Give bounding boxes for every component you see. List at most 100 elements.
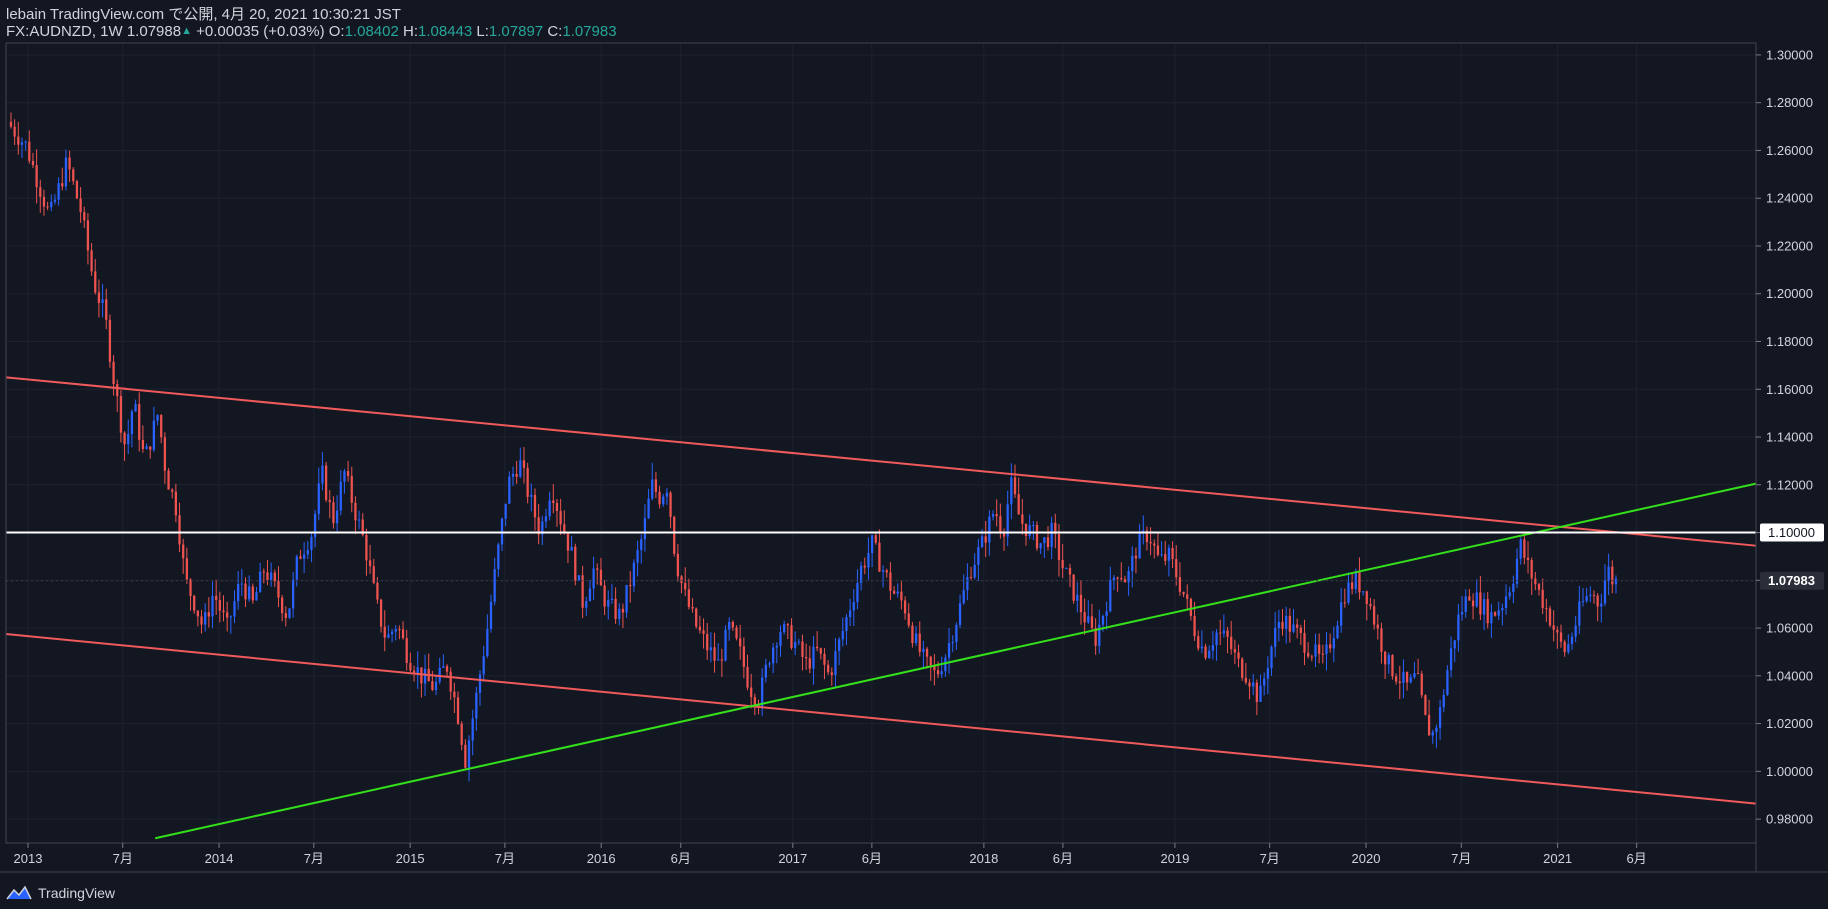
candle-body [1424, 695, 1427, 715]
candle-body [42, 196, 46, 207]
candle-body [449, 671, 452, 692]
candle-body [255, 592, 258, 601]
candle-body [735, 627, 738, 639]
time-tick-label: 7月 [1260, 851, 1280, 866]
candle-body [1043, 537, 1046, 544]
candle-body [193, 595, 196, 611]
time-tick-label: 6月 [1053, 851, 1073, 866]
candle-body [233, 601, 236, 617]
candle-body [1449, 648, 1453, 671]
price-tick-label: 1.02000 [1766, 716, 1813, 731]
trendlines[interactable] [5, 376, 1757, 840]
candle-body [1050, 522, 1053, 548]
candle-body [647, 498, 650, 519]
time-tick-label: 7月 [304, 851, 324, 866]
candle-body [1299, 627, 1302, 634]
candle-body [200, 616, 203, 625]
candle-body [812, 646, 815, 669]
candle-body [50, 201, 53, 208]
price-axis[interactable]: 1.30000 1.28000 1.26000 1.24000 1.22000 1.200… [1756, 47, 1824, 827]
candle-body [1307, 652, 1310, 657]
candle-body [1416, 673, 1420, 675]
candle-body [621, 608, 625, 613]
candle-body [1233, 649, 1237, 653]
candle-body [1013, 477, 1017, 495]
candle-body [178, 515, 181, 545]
candle-body [1072, 574, 1075, 601]
candle-body [1431, 732, 1434, 736]
candle-body [1402, 671, 1405, 683]
candle-body [343, 471, 346, 482]
candle-body [607, 600, 610, 607]
candle-body [1438, 707, 1442, 728]
price-chart[interactable]: 1.30000 1.28000 1.26000 1.24000 1.22000 1.200… [0, 0, 1828, 909]
time-axis[interactable]: 2013 7月 2014 7月 2015 7月 2016 6月 2017 6月 2018 6月 2019… [14, 843, 1647, 866]
candle-body [728, 621, 731, 630]
candle-body [1614, 578, 1618, 585]
candle-body [1358, 571, 1361, 593]
candle-body [746, 666, 749, 688]
candle-body [163, 437, 167, 471]
candle-body [251, 586, 254, 601]
candle-body [676, 553, 680, 577]
candle-body [1248, 682, 1251, 687]
candle-body [801, 641, 804, 657]
candle-body [1303, 633, 1306, 653]
candle-body [266, 572, 269, 581]
candle-body [665, 492, 669, 497]
candle-body [218, 600, 221, 611]
candle-body [204, 612, 207, 625]
candle-body [629, 584, 632, 587]
candle-body [288, 608, 291, 618]
candle-body [1325, 644, 1328, 655]
candle-body [1523, 539, 1526, 558]
time-tick-label: 6月 [1627, 851, 1647, 866]
candle-body [1263, 678, 1266, 686]
price-tick-label: 1.16000 [1766, 382, 1813, 397]
candle-body [1090, 616, 1094, 628]
candle-body [1123, 579, 1127, 583]
candle-body [837, 639, 841, 651]
time-tick-label: 7月 [495, 851, 515, 866]
candle-body [497, 544, 500, 570]
candle-body [28, 141, 31, 161]
candle-body [489, 601, 493, 629]
candle-body [453, 691, 456, 698]
brand-name: TradingView [38, 885, 116, 901]
candle-body [1035, 524, 1039, 549]
candle-body [1442, 694, 1445, 708]
candle-body [504, 503, 507, 519]
candle-body [640, 539, 643, 551]
candle-body [1391, 655, 1394, 677]
candle-body [354, 502, 357, 521]
candle-body [1046, 537, 1050, 548]
candle-body [1559, 632, 1563, 642]
candle-body [152, 420, 156, 450]
candle-body [442, 666, 445, 668]
candle-body [1530, 560, 1533, 579]
candle-body [625, 584, 628, 613]
candle-body [585, 601, 588, 608]
candle-body [680, 576, 683, 584]
candle-body [1010, 477, 1013, 505]
candle-body [321, 465, 324, 484]
candle-body [717, 659, 720, 661]
candle-body [988, 516, 991, 543]
candle-body [995, 514, 998, 517]
tradingview-logo-icon [6, 885, 32, 900]
candle-body [753, 697, 756, 705]
footer-brand[interactable]: TradingView [6, 885, 115, 901]
candle-body [1193, 615, 1196, 637]
candle-body [17, 136, 20, 145]
candle-body [207, 612, 210, 617]
candle-body [1376, 624, 1379, 629]
candle-body [552, 500, 555, 503]
candle-body [64, 157, 68, 187]
candle-body [434, 681, 438, 691]
candle-body [662, 496, 665, 505]
candle-body [248, 586, 251, 600]
candle-body [797, 641, 800, 643]
candle-body [259, 571, 262, 593]
candle-body [1515, 558, 1519, 584]
candle-body [229, 616, 232, 618]
